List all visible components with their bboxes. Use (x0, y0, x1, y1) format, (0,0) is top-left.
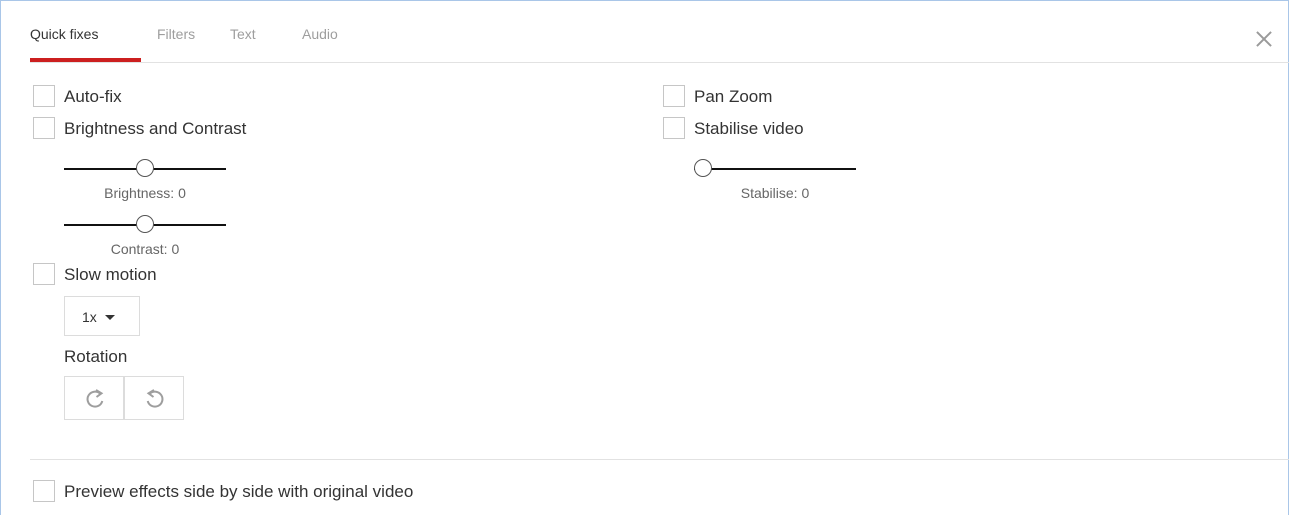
tab-audio[interactable]: Audio (302, 26, 338, 42)
stabilise-value-label: Stabilise: 0 (740, 185, 810, 201)
preview-side-by-side-checkbox[interactable] (33, 480, 55, 502)
contrast-slider[interactable] (64, 215, 226, 235)
auto-fix-checkbox[interactable] (33, 85, 55, 107)
rotation-label: Rotation (64, 347, 128, 366)
tab-divider (30, 62, 1289, 63)
stabilise-video-checkbox[interactable] (663, 117, 685, 139)
rotate-counterclockwise-icon (146, 389, 164, 408)
brightness-slider-knob[interactable] (136, 159, 154, 177)
brightness-slider[interactable] (64, 159, 226, 179)
section-divider (30, 459, 1289, 460)
rotate-clockwise-button[interactable] (64, 376, 124, 420)
pan-zoom-label: Pan Zoom (694, 87, 773, 106)
contrast-slider-knob[interactable] (136, 215, 154, 233)
stabilise-video-label: Stabilise video (694, 119, 804, 138)
stabilise-slider-track (694, 168, 856, 170)
tab-filters[interactable]: Filters (157, 26, 195, 42)
brightness-contrast-label: Brightness and Contrast (64, 119, 247, 138)
auto-fix-label: Auto-fix (64, 87, 122, 106)
slow-motion-speed-select[interactable]: 1x (64, 296, 140, 336)
stabilise-slider[interactable] (694, 159, 856, 179)
tab-quick-fixes[interactable]: Quick fixes (30, 26, 98, 42)
dialog-frame (0, 0, 1289, 515)
close-icon[interactable] (1253, 28, 1275, 50)
contrast-value-label: Contrast: 0 (110, 241, 180, 257)
slow-motion-speed-value: 1x (82, 309, 97, 325)
preview-side-by-side-label: Preview effects side by side with origin… (64, 482, 414, 501)
rotate-clockwise-icon (86, 389, 104, 408)
pan-zoom-checkbox[interactable] (663, 85, 685, 107)
rotate-counterclockwise-button[interactable] (124, 376, 184, 420)
slow-motion-checkbox[interactable] (33, 263, 55, 285)
tab-text[interactable]: Text (230, 26, 256, 42)
stabilise-slider-knob[interactable] (694, 159, 712, 177)
slow-motion-label: Slow motion (64, 265, 157, 284)
brightness-value-label: Brightness: 0 (104, 185, 186, 201)
chevron-down-icon (105, 315, 115, 320)
brightness-contrast-checkbox[interactable] (33, 117, 55, 139)
